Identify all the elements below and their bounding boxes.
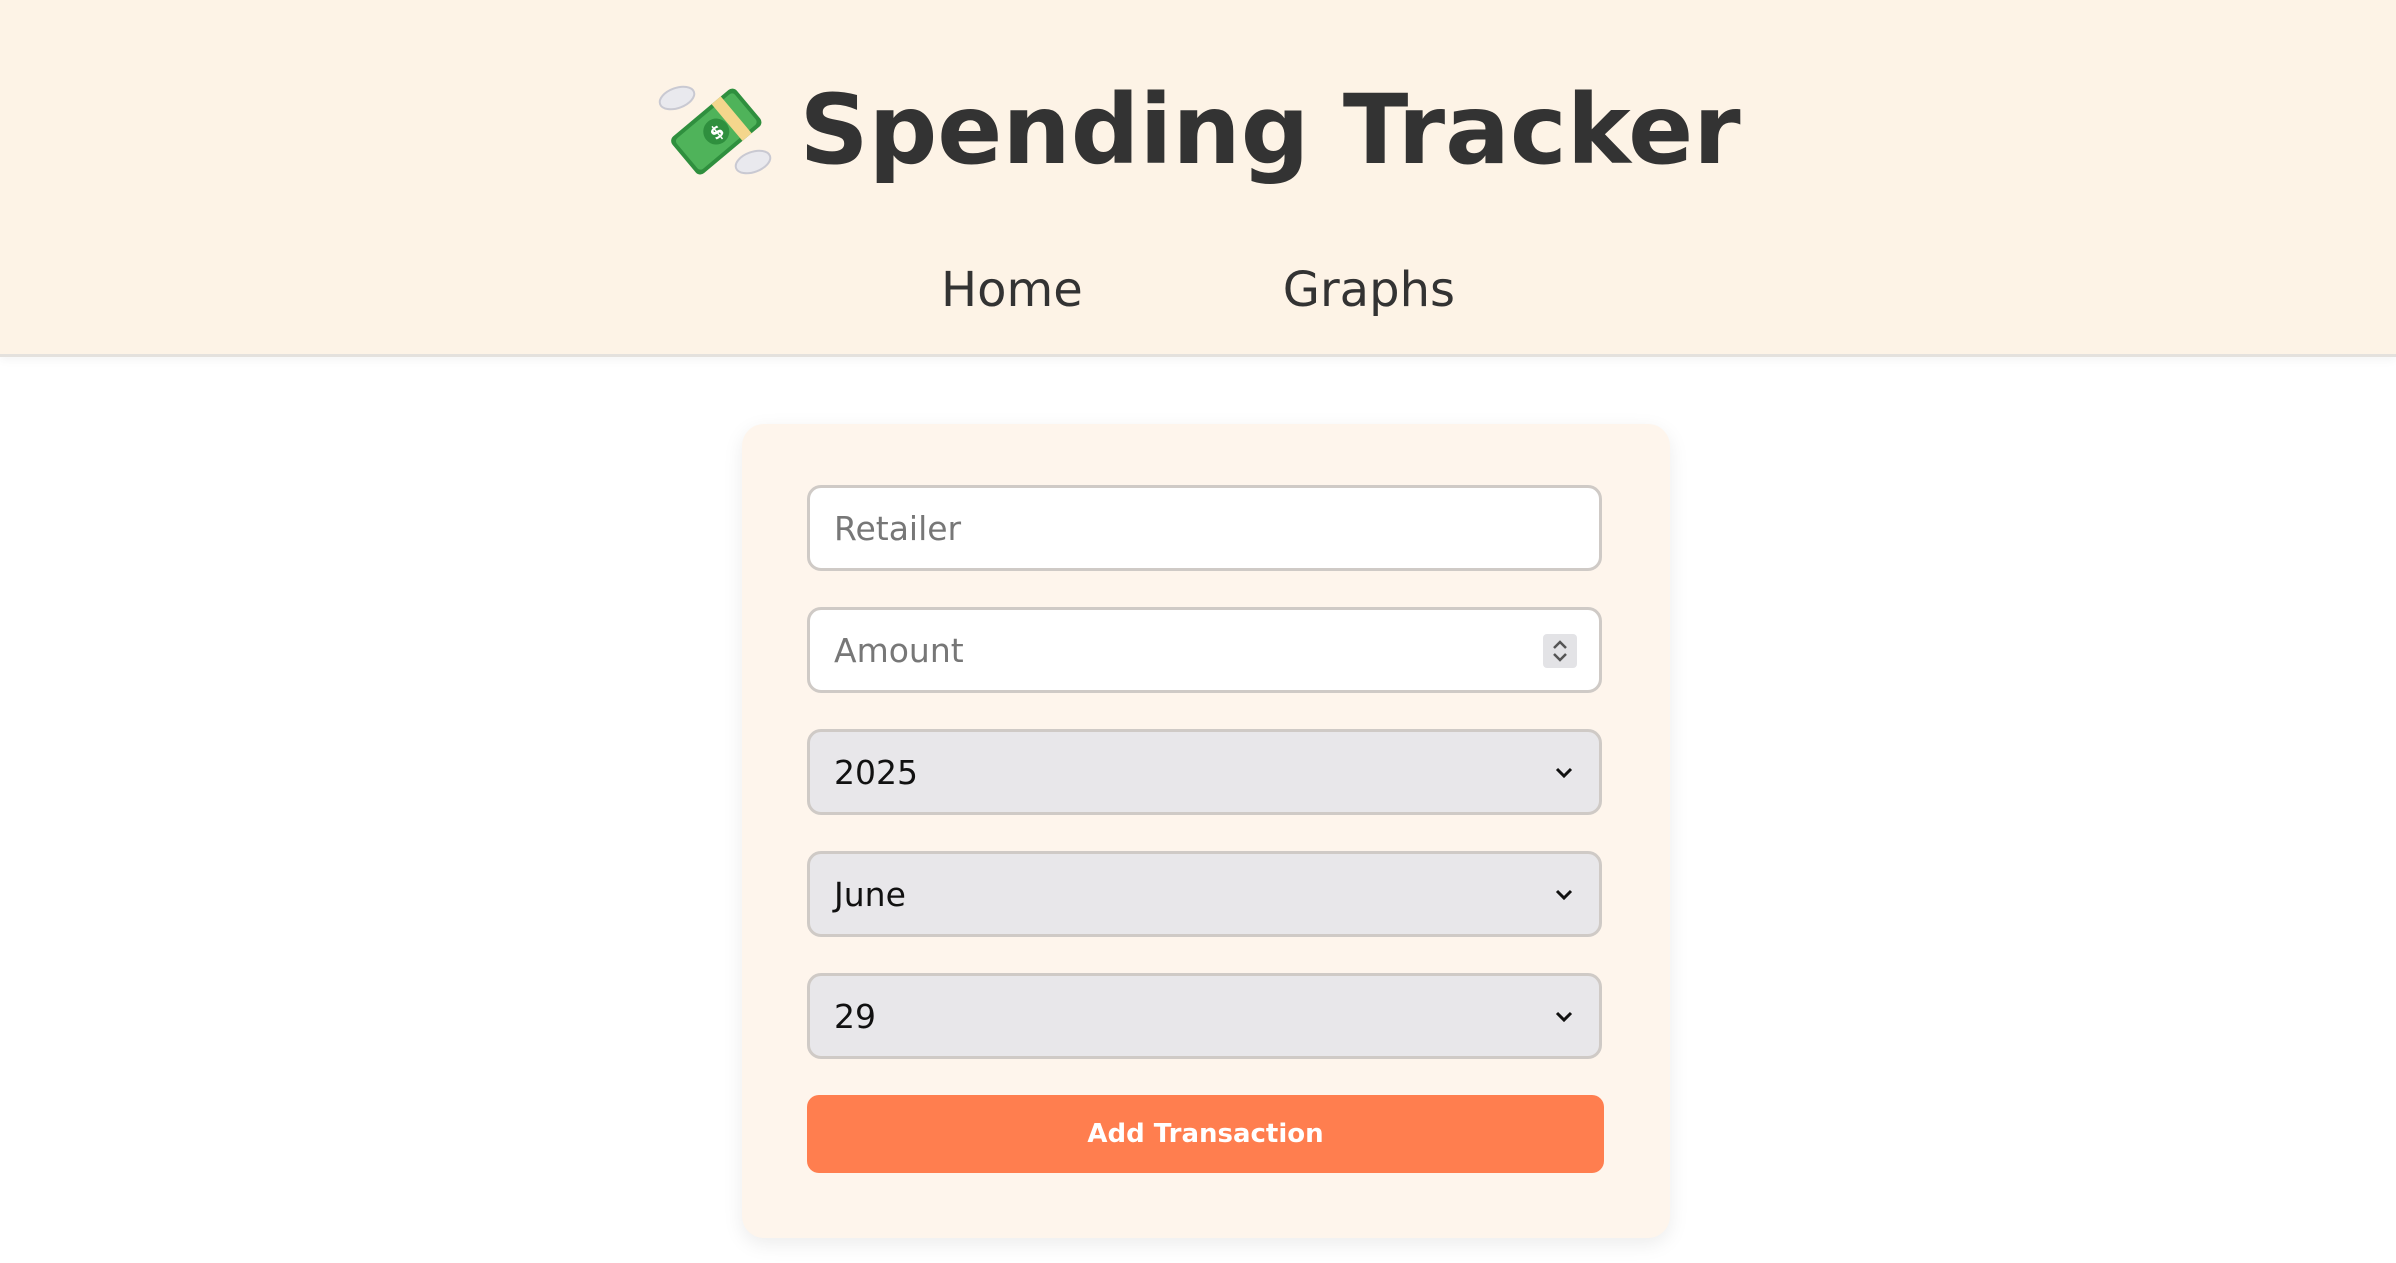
nav-item-home[interactable]: Home	[841, 262, 1183, 318]
retailer-placeholder: Retailer	[834, 508, 962, 548]
year-select-value: 2025	[834, 752, 918, 792]
amount-input[interactable]: Amount	[807, 607, 1602, 693]
main-nav: Home Graphs	[0, 262, 2396, 318]
retailer-input[interactable]: Retailer	[807, 485, 1602, 571]
chevron-down-icon	[1555, 889, 1573, 901]
nav-item-graphs[interactable]: Graphs	[1183, 262, 1555, 318]
year-select[interactable]: 2025	[807, 729, 1602, 815]
header: $ Spending Tracker Home Graphs	[0, 0, 2396, 357]
number-stepper-icon[interactable]	[1543, 634, 1577, 668]
app-title-bar: $ Spending Tracker	[0, 60, 2396, 200]
chevron-down-icon	[1555, 767, 1573, 779]
money-with-wings-icon: $	[659, 85, 772, 175]
month-select[interactable]: June	[807, 851, 1602, 937]
chevron-down-icon	[1555, 1011, 1573, 1023]
amount-placeholder: Amount	[834, 630, 964, 670]
month-select-value: June	[834, 874, 906, 914]
day-select-value: 29	[834, 996, 876, 1036]
page-title: Spending Tracker	[799, 74, 1741, 186]
day-select[interactable]: 29	[807, 973, 1602, 1059]
add-transaction-button[interactable]: Add Transaction	[807, 1095, 1604, 1173]
transaction-form-card: Retailer Amount 2025 June 29 Add Transac…	[742, 424, 1670, 1238]
